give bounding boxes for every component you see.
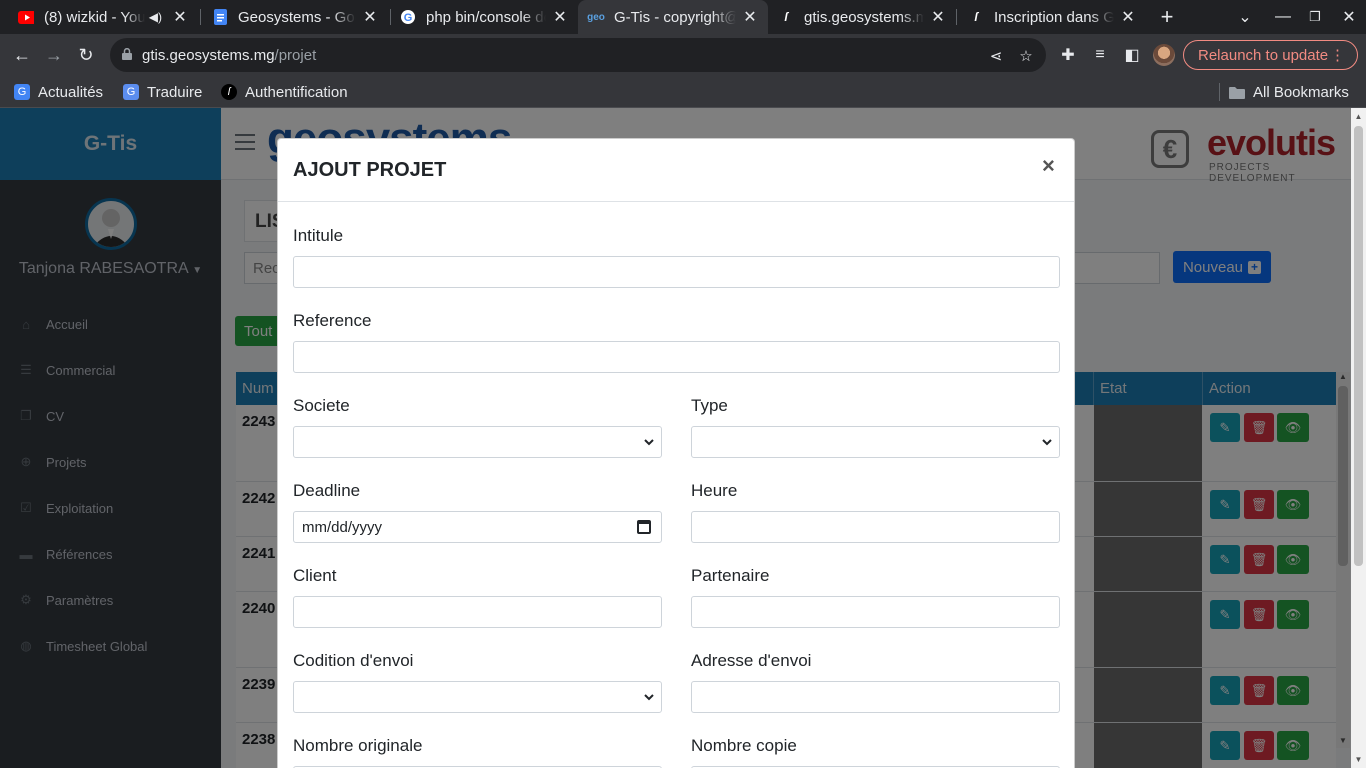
back-icon[interactable]: ← [7, 40, 37, 70]
browser-tab-youtube[interactable]: (8) wizkid - YouTube ◀) ✕ [8, 0, 198, 34]
tab-title: php bin/console doctrine [426, 8, 546, 26]
minimize-icon[interactable]: — [1266, 0, 1300, 34]
url-text: gtis.geosystems.mg/projet [142, 47, 317, 64]
extensions-icon[interactable]: ✚ [1058, 45, 1078, 65]
browser-tab-gtis-active[interactable]: geo G-Tis - copyright@ ✕ [578, 0, 768, 34]
type-select[interactable] [691, 426, 1060, 458]
tab-title: G-Tis - copyright@ [614, 8, 736, 26]
bookmark-label: Traduire [147, 83, 203, 101]
new-tab-icon[interactable]: + [1150, 0, 1184, 34]
chevron-down-icon [644, 694, 654, 701]
adresse-envoi-label: Adresse d'envoi [691, 651, 812, 670]
media-control-icon[interactable]: ≡ [1090, 45, 1110, 65]
translate-icon: G [123, 84, 139, 100]
condition-envoi-label: Codition d'envoi [293, 651, 414, 670]
nombre-copie-label: Nombre copie [691, 736, 797, 755]
partenaire-label: Partenaire [691, 566, 770, 585]
geosystems-icon: geo [587, 11, 605, 23]
relaunch-label: Relaunch to update [1198, 46, 1329, 64]
relaunch-button[interactable]: Relaunch to update ⋮ [1183, 40, 1358, 70]
calendar-icon[interactable] [637, 520, 651, 534]
reference-label: Reference [293, 311, 372, 330]
restore-icon[interactable]: ❐ [1298, 0, 1332, 34]
intitule-input[interactable] [293, 256, 1060, 288]
modal-header: AJOUT PROJET × [278, 139, 1074, 202]
nombre-originale-label: Nombre originale [293, 736, 423, 755]
close-tab-icon[interactable]: ✕ [930, 7, 946, 27]
more-icon[interactable]: ⋮ [1330, 46, 1345, 64]
browser-tab-bar: (8) wizkid - YouTube ◀) ✕ Geosystems - G… [0, 0, 1366, 34]
profile-avatar[interactable] [1153, 44, 1175, 66]
browser-toolbar: ← → ↻ gtis.geosystems.mg/projet ⋖ ☆ ✚ ≡ … [0, 34, 1366, 76]
partenaire-input[interactable] [691, 596, 1060, 628]
lock-icon [122, 48, 132, 60]
close-tab-icon[interactable]: ✕ [362, 7, 378, 27]
tab-search-icon[interactable]: ⌄ [1228, 0, 1262, 34]
google-docs-icon [212, 9, 228, 25]
side-panel-icon[interactable]: ◧ [1122, 45, 1142, 65]
browser-tab-google[interactable]: G php bin/console doctrine ✕ [390, 0, 578, 34]
symfony-icon: ſ [784, 10, 788, 24]
close-tab-icon[interactable]: ✕ [172, 7, 188, 27]
heure-input[interactable] [691, 511, 1060, 543]
type-label: Type [691, 396, 728, 415]
societe-select[interactable] [293, 426, 662, 458]
chevron-down-icon [1042, 439, 1052, 446]
bookmark-actualites[interactable]: G Actualités [14, 82, 103, 102]
tab-title: (8) wizkid - YouTube [44, 8, 145, 26]
bookmark-traduire[interactable]: G Traduire [123, 82, 202, 102]
bookmarks-bar: G Actualités G Traduire ſ Authentificati… [0, 76, 1366, 108]
news-icon: G [14, 84, 30, 100]
societe-label: Societe [293, 396, 350, 415]
browser-tab-gtis[interactable]: ſ gtis.geosystems.mg ✕ [768, 0, 956, 34]
google-icon: G [400, 9, 416, 25]
svg-text:G: G [404, 12, 413, 24]
close-window-icon[interactable]: ✕ [1332, 0, 1366, 34]
close-tab-icon[interactable]: ✕ [1120, 7, 1136, 27]
close-icon[interactable]: × [1042, 153, 1055, 179]
reference-input[interactable] [293, 341, 1060, 373]
intitule-label: Intitule [293, 226, 344, 245]
client-label: Client [293, 566, 337, 585]
tab-title: Inscription dans G [994, 8, 1114, 26]
modal-title: AJOUT PROJET [293, 159, 447, 181]
deadline-label: Deadline [293, 481, 361, 500]
youtube-icon [18, 9, 34, 25]
heure-label: Heure [691, 481, 738, 500]
tab-title: Geosystems - Google Docs [238, 8, 356, 26]
chevron-down-icon [644, 439, 654, 446]
browser-tab-docs[interactable]: Geosystems - Google Docs ✕ [202, 0, 388, 34]
forward-icon[interactable]: → [39, 40, 69, 70]
browser-tab-inscription[interactable]: ſ Inscription dans G ✕ [958, 0, 1146, 34]
deadline-date-input[interactable]: mm/dd/yyyy [293, 511, 662, 543]
symfony-icon: ſ [221, 84, 237, 100]
close-tab-icon[interactable]: ✕ [742, 7, 758, 27]
star-icon[interactable]: ☆ [1016, 46, 1036, 66]
reload-icon[interactable]: ↻ [71, 40, 101, 70]
ajout-projet-modal: AJOUT PROJET × Intitule Reference Societ… [277, 138, 1075, 768]
window-scrollbar[interactable]: ▲ ▼ [1351, 108, 1366, 768]
share-icon[interactable]: ⋖ [986, 46, 1006, 66]
all-bookmarks-label: All Bookmarks [1253, 83, 1349, 101]
bookmark-label: Authentification [245, 83, 348, 101]
address-bar[interactable]: gtis.geosystems.mg/projet ⋖ ☆ [110, 38, 1046, 72]
bookmark-label: Actualités [38, 83, 104, 101]
speaker-icon[interactable]: ◀) [149, 10, 162, 24]
folder-icon [1229, 84, 1245, 100]
bookmark-authentification[interactable]: ſ Authentification [221, 82, 348, 102]
adresse-envoi-input[interactable] [691, 681, 1060, 713]
close-tab-icon[interactable]: ✕ [552, 7, 568, 27]
client-input[interactable] [293, 596, 662, 628]
all-bookmarks[interactable]: All Bookmarks [1229, 82, 1349, 102]
tab-title: gtis.geosystems.mg [804, 8, 924, 26]
symfony-icon: ſ [974, 10, 978, 24]
condition-envoi-select[interactable] [293, 681, 662, 713]
date-placeholder: mm/dd/yyyy [302, 519, 383, 536]
